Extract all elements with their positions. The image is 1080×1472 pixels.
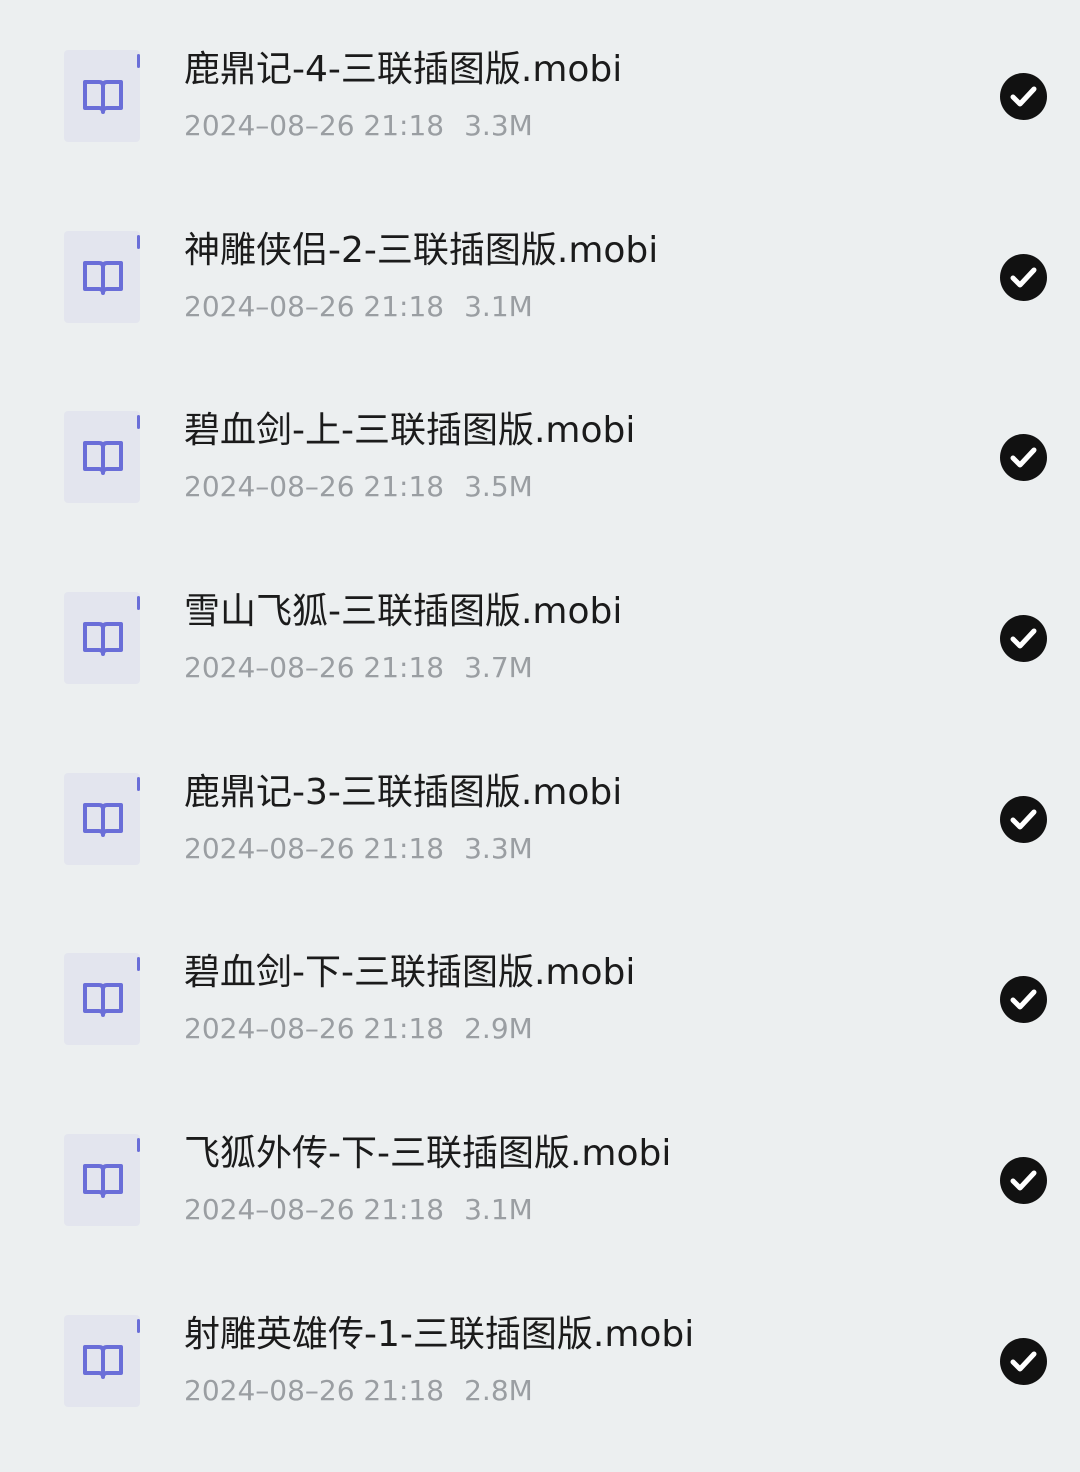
checkmark-icon[interactable]	[1000, 1338, 1047, 1385]
file-date: 2024–08–26 21:18	[184, 1374, 445, 1407]
book-icon	[64, 1315, 140, 1407]
file-date: 2024–08–26 21:18	[184, 109, 445, 142]
file-name: 飞狐外传-下-三联插图版.mobi	[184, 1133, 672, 1174]
file-size: 3.1M	[464, 290, 533, 323]
open-book-glyph	[83, 803, 123, 837]
file-row[interactable]: 飞狐外传-下-三联插图版.mobi 2024–08–26 21:18 3.1M	[0, 1084, 1080, 1264]
file-meta: 2024–08–26 21:18 2.9M	[184, 1009, 533, 1049]
icon-accent-mark	[137, 777, 140, 791]
file-date: 2024–08–26 21:18	[184, 832, 445, 865]
file-name: 神雕侠侣-2-三联插图版.mobi	[184, 230, 659, 271]
file-list: 鹿鼎记-4-三联插图版.mobi 2024–08–26 21:18 3.3M 神雕…	[0, 0, 1080, 1472]
file-row[interactable]: 碧血剑-下-三联插图版.mobi 2024–08–26 21:18 2.9M	[0, 903, 1080, 1083]
open-book-glyph	[83, 441, 123, 475]
file-row[interactable]: 鹿鼎记-4-三联插图版.mobi 2024–08–26 21:18 3.3M	[0, 0, 1080, 180]
file-row[interactable]: 雪山飞狐-三联插图版.mobi 2024–08–26 21:18 3.7M	[0, 542, 1080, 722]
book-icon	[64, 231, 140, 323]
open-book-glyph	[83, 1345, 123, 1379]
open-book-glyph	[83, 80, 123, 114]
file-size: 2.8M	[464, 1374, 533, 1407]
checkmark-icon[interactable]	[1000, 1157, 1047, 1204]
file-size: 2.9M	[464, 1012, 533, 1045]
file-date: 2024–08–26 21:18	[184, 1012, 445, 1045]
file-meta: 2024–08–26 21:18 3.5M	[184, 467, 533, 507]
file-meta: 2024–08–26 21:18 3.1M	[184, 287, 533, 327]
open-book-glyph	[83, 622, 123, 656]
file-meta: 2024–08–26 21:18 2.8M	[184, 1371, 533, 1411]
file-row[interactable]: 神雕侠侣-2-三联插图版.mobi 2024–08–26 21:18 3.1M	[0, 181, 1080, 361]
book-icon	[64, 411, 140, 503]
open-book-glyph	[83, 261, 123, 295]
book-icon	[64, 953, 140, 1045]
open-book-glyph	[83, 1164, 123, 1198]
checkmark-icon[interactable]	[1000, 615, 1047, 662]
file-name: 射雕英雄传-1-三联插图版.mobi	[184, 1314, 695, 1355]
checkmark-icon[interactable]	[1000, 976, 1047, 1023]
file-size: 3.5M	[464, 470, 533, 503]
icon-accent-mark	[137, 1319, 140, 1333]
checkmark-icon[interactable]	[1000, 254, 1047, 301]
open-book-glyph	[83, 983, 123, 1017]
file-meta: 2024–08–26 21:18 3.3M	[184, 829, 533, 869]
file-date: 2024–08–26 21:18	[184, 1193, 445, 1226]
file-row[interactable]: 鹿鼎记-3-三联插图版.mobi 2024–08–26 21:18 3.3M	[0, 723, 1080, 903]
checkmark-icon[interactable]	[1000, 796, 1047, 843]
file-row[interactable]: 射雕英雄传-1-三联插图版.mobi 2024–08–26 21:18 2.8M	[0, 1265, 1080, 1445]
file-name: 鹿鼎记-3-三联插图版.mobi	[184, 772, 623, 813]
icon-accent-mark	[137, 1138, 140, 1152]
file-size: 3.7M	[464, 651, 533, 684]
icon-accent-mark	[137, 596, 140, 610]
file-date: 2024–08–26 21:18	[184, 470, 445, 503]
icon-accent-mark	[137, 235, 140, 249]
file-row[interactable]: 碧血剑-上-三联插图版.mobi 2024–08–26 21:18 3.5M	[0, 361, 1080, 541]
file-size: 3.3M	[464, 109, 533, 142]
book-icon	[64, 1134, 140, 1226]
file-date: 2024–08–26 21:18	[184, 651, 445, 684]
file-name: 碧血剑-上-三联插图版.mobi	[184, 410, 636, 451]
file-name: 雪山飞狐-三联插图版.mobi	[184, 591, 623, 632]
file-date: 2024–08–26 21:18	[184, 290, 445, 323]
icon-accent-mark	[137, 957, 140, 971]
file-name: 碧血剑-下-三联插图版.mobi	[184, 952, 636, 993]
book-icon	[64, 592, 140, 684]
checkmark-icon[interactable]	[1000, 73, 1047, 120]
file-size: 3.1M	[464, 1193, 533, 1226]
icon-accent-mark	[137, 415, 140, 429]
book-icon	[64, 773, 140, 865]
file-size: 3.3M	[464, 832, 533, 865]
file-meta: 2024–08–26 21:18 3.3M	[184, 106, 533, 146]
icon-accent-mark	[137, 54, 140, 68]
file-name: 鹿鼎记-4-三联插图版.mobi	[184, 49, 623, 90]
book-icon	[64, 50, 140, 142]
checkmark-icon[interactable]	[1000, 434, 1047, 481]
file-meta: 2024–08–26 21:18 3.7M	[184, 648, 533, 688]
file-meta: 2024–08–26 21:18 3.1M	[184, 1190, 533, 1230]
